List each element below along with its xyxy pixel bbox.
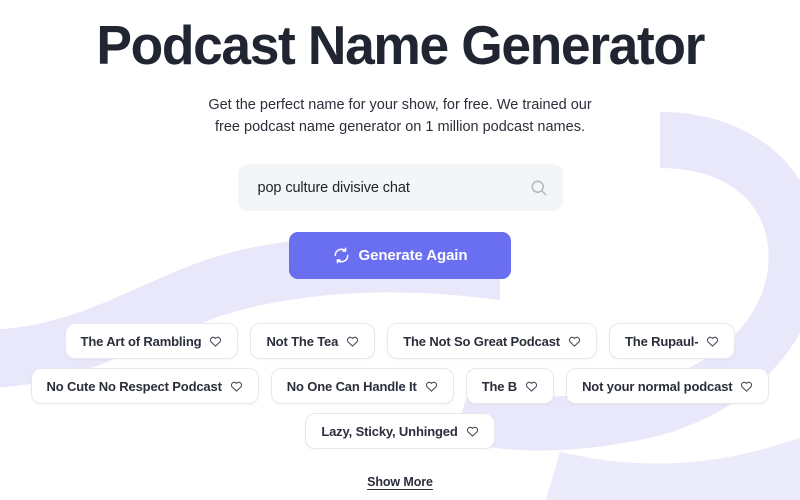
heart-icon[interactable]	[209, 335, 222, 348]
name-chip[interactable]: Lazy, Sticky, Unhinged	[305, 413, 495, 449]
page-subtitle-line-2: free podcast name generator on 1 million…	[215, 119, 585, 135]
name-chip-label: No Cute No Respect Podcast	[46, 378, 222, 394]
name-chip[interactable]: No Cute No Respect Podcast	[30, 368, 259, 404]
name-chip-label: The B	[481, 378, 518, 394]
heart-icon[interactable]	[740, 380, 753, 393]
name-chip-label: Not your normal podcast	[582, 378, 733, 394]
search-icon[interactable]	[529, 178, 549, 198]
page-title: Podcast Name Generator	[96, 14, 705, 76]
name-chip[interactable]: No One Can Handle It	[270, 368, 454, 404]
name-chip[interactable]: The Art of Rambling	[64, 323, 239, 359]
heart-icon[interactable]	[466, 425, 479, 438]
name-results-list: The Art of Rambling Not The Tea The Not …	[30, 323, 770, 449]
generate-again-label: Generate Again	[358, 247, 468, 264]
heart-icon[interactable]	[230, 380, 243, 393]
name-chip-label: The Art of Rambling	[80, 333, 202, 349]
name-chip-label: The Not So Great Podcast	[403, 333, 560, 349]
show-more-link[interactable]: Show More	[367, 475, 433, 489]
name-chip[interactable]: The Not So Great Podcast	[387, 323, 597, 359]
heart-icon[interactable]	[568, 335, 581, 348]
name-chip-label: No One Can Handle It	[286, 378, 417, 394]
heart-icon[interactable]	[706, 335, 719, 348]
name-results-row-1: The Art of Rambling Not The Tea The Not …	[64, 323, 736, 359]
search-field[interactable]	[237, 164, 563, 211]
page-subtitle: Get the perfect name for your show, for …	[208, 94, 591, 138]
name-chip[interactable]: Not The Tea	[250, 323, 376, 359]
refresh-icon	[334, 247, 349, 264]
heart-icon[interactable]	[525, 380, 538, 393]
name-results-row-3: Lazy, Sticky, Unhinged	[305, 413, 495, 449]
heart-icon[interactable]	[346, 335, 359, 348]
name-chip-label: Lazy, Sticky, Unhinged	[321, 423, 458, 439]
name-chip-label: The Rupaul-	[624, 333, 699, 349]
name-chip-label: Not The Tea	[266, 333, 339, 349]
page-root: Podcast Name Generator Get the perfect n…	[0, 0, 800, 500]
generate-again-button[interactable]: Generate Again	[289, 232, 511, 279]
name-results-row-2: No Cute No Respect Podcast No One Can Ha…	[30, 368, 770, 404]
heart-icon[interactable]	[425, 380, 438, 393]
name-chip[interactable]: The B	[465, 368, 555, 404]
name-chip[interactable]: Not your normal podcast	[566, 368, 770, 404]
search-input[interactable]	[257, 179, 523, 196]
name-chip[interactable]: The Rupaul-	[608, 323, 736, 359]
page-subtitle-line-1: Get the perfect name for your show, for …	[208, 97, 592, 113]
